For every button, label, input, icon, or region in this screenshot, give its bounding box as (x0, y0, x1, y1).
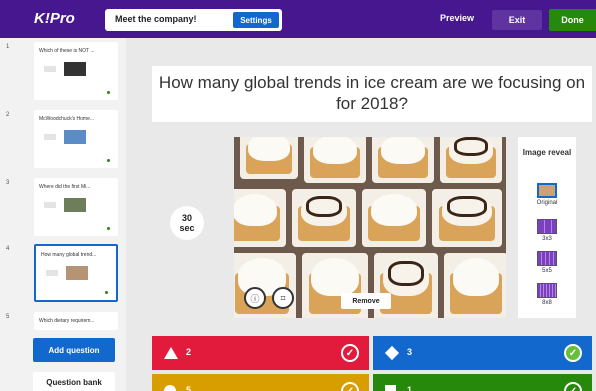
slide-thumbnail (66, 266, 88, 280)
answer-text: 3 (407, 347, 413, 357)
image-info-icon[interactable]: ⓘ (244, 287, 266, 309)
question-bank-button[interactable]: Question bank (33, 372, 115, 391)
circle-icon (164, 385, 176, 391)
slide-card[interactable]: Which of these is NOT ... (34, 42, 118, 100)
slide-card[interactable]: How many global trend... (34, 244, 118, 302)
slide-card[interactable]: McWoodchuck's Home... (34, 110, 118, 168)
kahoot-title-value: Meet the company! (115, 14, 197, 24)
answer-option-blue[interactable]: 3 ✓ (373, 336, 592, 370)
slide-title: Which dietary requirem... (39, 318, 95, 324)
grid-8x8-icon (537, 283, 557, 298)
reveal-option-label: Original (536, 200, 558, 206)
square-icon (385, 385, 396, 391)
correct-toggle[interactable]: ✓ (341, 382, 359, 391)
slide-status-dot (105, 291, 108, 294)
slide-card[interactable]: Which dietary requirem... (34, 312, 118, 330)
dessert-tray (440, 137, 502, 183)
dessert-tray (372, 137, 434, 183)
slide-number: 4 (6, 246, 10, 252)
done-button[interactable]: Done (549, 9, 596, 31)
image-reveal-title: Image reveal (522, 148, 572, 157)
slide-sidebar: 1 Which of these is NOT ... 2 McWoodchuc… (0, 38, 126, 391)
question-text: How many global trends in ice cream are … (158, 73, 586, 113)
answer-option-yellow[interactable]: 5 ✓ (152, 374, 369, 391)
answer-option-green[interactable]: 1 ✓ (373, 374, 592, 391)
slide-item-active[interactable]: 4 How many global trend... (6, 244, 118, 302)
dessert-tray (432, 189, 502, 247)
grid-3x3-icon (537, 219, 557, 234)
time-limit-selector[interactable]: 30 sec (170, 206, 204, 240)
dessert-tray (304, 137, 366, 183)
slide-number: 5 (6, 314, 10, 320)
image-preview-icon (537, 183, 557, 198)
correct-toggle[interactable]: ✓ (564, 344, 582, 362)
slide-thumbnail (64, 198, 86, 212)
slide-item[interactable]: 5 Which dietary requirem... (6, 312, 118, 330)
dessert-tray (292, 189, 356, 247)
slide-timer-placeholder (44, 134, 56, 140)
preview-button[interactable]: Preview (440, 13, 474, 23)
reveal-option-3x3[interactable]: 3x3 (518, 219, 576, 242)
remove-image-button[interactable]: Remove (341, 293, 391, 309)
answer-text: 5 (186, 385, 192, 391)
slide-number: 2 (6, 112, 10, 118)
triangle-icon (164, 347, 178, 359)
dessert-tray (240, 137, 298, 179)
reveal-option-5x5[interactable]: 5x5 (518, 251, 576, 274)
slide-thumbnail (64, 130, 86, 144)
slide-status-dot (107, 159, 110, 162)
question-input[interactable]: How many global trends in ice cream are … (152, 66, 592, 122)
crop-icon[interactable]: ⌗ (272, 287, 294, 309)
slide-title: Which of these is NOT ... (39, 48, 95, 54)
slide-card[interactable]: Where did the first Mi... (34, 178, 118, 236)
answer-text: 1 (407, 385, 413, 391)
slide-item[interactable]: 1 Which of these is NOT ... (6, 42, 118, 100)
answer-text: 2 (186, 347, 192, 357)
slide-status-dot (107, 227, 110, 230)
slide-timer-placeholder (46, 270, 58, 276)
slide-number: 1 (6, 44, 10, 50)
answer-option-red[interactable]: 2 ✓ (152, 336, 369, 370)
grid-5x5-icon (537, 251, 557, 266)
slide-timer-placeholder (44, 66, 56, 72)
question-image: ⓘ ⌗ Remove (234, 137, 506, 318)
kahoot-logo: K!Pro (34, 10, 75, 27)
slide-title: How many global trend... (41, 252, 97, 258)
correct-toggle[interactable]: ✓ (564, 382, 582, 391)
correct-toggle[interactable]: ✓ (341, 344, 359, 362)
slide-item[interactable]: 3 Where did the first Mi... (6, 178, 118, 236)
dessert-tray (362, 189, 426, 247)
diamond-icon (384, 345, 400, 361)
reveal-option-8x8[interactable]: 8x8 (518, 283, 576, 306)
image-reveal-panel: Image reveal Original 3x3 5x5 8x8 (518, 137, 576, 318)
reveal-option-label: 3x3 (542, 236, 552, 242)
reveal-option-original[interactable]: Original (518, 183, 576, 206)
dessert-tray (234, 189, 286, 247)
timer-value: 30 (181, 213, 192, 223)
slide-thumbnail (64, 62, 86, 76)
slide-item[interactable]: 2 McWoodchuck's Home... (6, 110, 118, 168)
slide-title: Where did the first Mi... (39, 184, 91, 190)
top-bar: K!Pro Meet the company! Settings Preview… (0, 0, 596, 38)
add-question-button[interactable]: Add question (33, 338, 115, 362)
settings-button[interactable]: Settings (233, 12, 279, 28)
slide-timer-placeholder (44, 202, 56, 208)
question-editor: How many global trends in ice cream are … (126, 38, 596, 391)
reveal-option-label: 5x5 (542, 268, 552, 274)
slide-title: McWoodchuck's Home... (39, 116, 95, 122)
slide-status-dot (107, 91, 110, 94)
reveal-option-label: 8x8 (542, 300, 552, 306)
slide-number: 3 (6, 180, 10, 186)
timer-unit: sec (179, 223, 195, 233)
dessert-tray (444, 253, 506, 318)
kahoot-title-input[interactable]: Meet the company! Settings (105, 9, 282, 31)
exit-button[interactable]: Exit (492, 10, 542, 30)
